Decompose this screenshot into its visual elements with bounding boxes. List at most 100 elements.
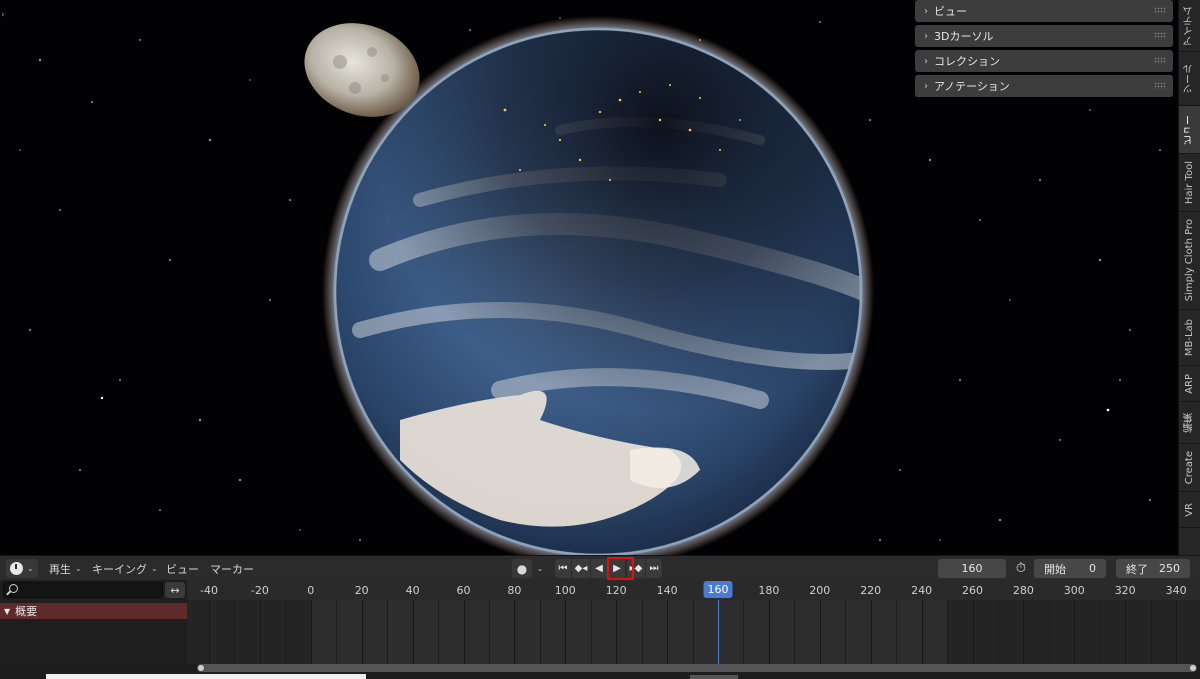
chevron-right-icon: › [924,80,928,92]
play-reverse-icon: ◀ [595,563,603,574]
play-button-highlight [607,557,634,580]
tab-create[interactable]: Create [1179,444,1200,492]
jump-to-start-button[interactable]: ⏮ [555,559,571,578]
view-menu[interactable]: ビュー [166,559,202,578]
ruler-tick-label: 280 [1012,584,1034,597]
grid-line [768,600,770,664]
tab-hair-tool[interactable]: Hair Tool [1179,154,1200,212]
status-bar [0,672,1200,679]
tab-tool[interactable]: ツール [1179,52,1200,106]
swap-icon[interactable]: ↔ [165,582,185,598]
playhead-line[interactable] [718,600,719,664]
record-icon: ● [516,561,528,576]
grid-line [667,600,669,664]
drag-grip-icon[interactable] [1154,32,1166,39]
grid-line [692,600,694,664]
drag-grip-icon[interactable] [1154,82,1166,89]
panel-section-3d-cursor[interactable]: › 3Dカーソル [915,25,1173,47]
grid-line [234,600,236,664]
prev-keyframe-button[interactable]: ◆◂ [572,559,590,578]
horizontal-scrollbar[interactable] [197,664,1197,672]
auto-keying-button[interactable]: ● [512,559,532,578]
chevron-down-icon: ⌄ [75,564,82,573]
tab-simply-cloth-pro[interactable]: Simply Cloth Pro [1179,212,1200,310]
keying-menu[interactable]: キーイング ⌄ [88,559,160,578]
expand-toolbar-icon[interactable]: › [1,10,5,20]
chevron-right-icon: › [924,55,928,67]
summary-label: 概要 [15,605,38,618]
current-frame-badge[interactable]: 160 [703,581,733,598]
tab-view[interactable]: ビュー [1179,106,1200,154]
drag-grip-icon[interactable] [1154,7,1166,14]
status-divider [690,675,738,679]
panel-section-annotation[interactable]: › アノテーション [915,75,1173,97]
grid-line [997,600,999,664]
ruler-tick-label: 0 [307,584,315,597]
jump-to-end-button[interactable]: ⏭ [646,559,662,578]
grid-line [387,600,389,664]
grid-line [819,600,821,664]
panel-section-label: 3Dカーソル [934,30,994,43]
tab-item[interactable]: アイテム [1179,0,1200,52]
ruler-tick-label: -40 [200,584,218,597]
chevron-right-icon: › [924,30,928,42]
summary-channel[interactable]: ▼ 概要 [0,603,187,619]
tab-mb-lab[interactable]: MB-Lab [1179,310,1200,366]
ruler-tick-label: 260 [962,584,983,597]
grid-line [1048,600,1050,664]
keying-options-dropdown[interactable]: ⌄ [534,559,546,578]
chevron-down-icon: ⌄ [27,564,34,573]
panel-section-label: ビュー [934,5,967,18]
start-frame-field[interactable]: 開始 0 [1034,559,1106,578]
clock-icon [10,562,23,575]
3d-viewport[interactable]: › › ビュー › 3Dカーソル › コレクション › アノテーション [0,0,1178,555]
grid-line [972,600,974,664]
playback-menu[interactable]: 再生 ⌄ [44,559,86,578]
sidebar-panel: › ビュー › 3Dカーソル › コレクション › アノテーション [915,0,1173,100]
grid-line [438,600,440,664]
frame-ruler[interactable]: -40 -20 0 20 40 60 80 100 120 140 160 180 200 220 240 2… [187,580,1200,600]
end-frame-field[interactable]: 終了 250 [1116,559,1190,578]
ruler-tick-label: 140 [656,584,678,597]
ruler-tick-label: 60 [456,584,471,597]
grid-line [870,600,872,664]
current-frame-field[interactable]: 160 [938,559,1006,578]
grid-line [845,600,847,664]
ruler-tick-label: -20 [250,584,269,597]
grid-line [590,600,592,664]
grid-line [1023,600,1025,664]
panel-section-view[interactable]: › ビュー [915,0,1173,22]
editor-type-button[interactable]: ⌄ [6,559,38,578]
channel-search-row: ↔ [0,580,187,600]
channel-list: ▼ 概要 [0,600,187,666]
panel-section-collection[interactable]: › コレクション [915,50,1173,72]
chevron-down-icon: ⌄ [151,564,158,573]
ruler-tick-label: 220 [860,584,882,597]
play-reverse-button[interactable]: ◀ [591,559,607,578]
ruler-tick-label: 240 [911,584,933,597]
scene-frame-range [310,600,948,664]
grid-line [565,600,567,664]
ruler-tick-label: 120 [605,584,627,597]
tab-vr[interactable]: VR [1179,492,1200,528]
ruler-tick-label: 200 [809,584,831,597]
tab-arp[interactable]: ARP [1179,366,1200,402]
grid-line [1074,600,1076,664]
grid-line [285,600,287,664]
ruler-tick-label: 20 [354,584,369,597]
grid-line [743,600,745,664]
grid-line [616,600,618,664]
drag-grip-icon[interactable] [1154,57,1166,64]
jump-start-icon: ⏮ [558,563,568,574]
ruler-tick-label: 300 [1063,584,1085,597]
grid-line [1176,600,1178,664]
jump-end-icon: ⏭ [649,563,659,574]
channel-search-input[interactable] [3,582,163,598]
tab-edit[interactable]: 編集 [1179,402,1200,444]
grid-line [1150,600,1152,664]
ruler-tick-label: 80 [507,584,522,597]
stopwatch-icon[interactable]: ⏱ [1011,559,1031,578]
keyframe-area[interactable] [187,600,1200,664]
marker-menu[interactable]: マーカー [210,559,260,578]
ruler-tick-label: 340 [1165,584,1187,597]
